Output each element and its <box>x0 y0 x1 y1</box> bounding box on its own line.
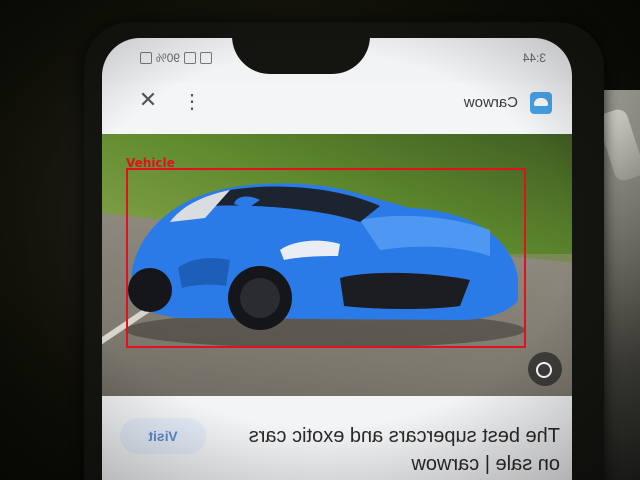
battery-icon <box>139 52 152 64</box>
google-lens-icon[interactable] <box>528 352 562 386</box>
vehicle-detection-box <box>126 168 526 348</box>
visit-button[interactable]: Visit <box>120 418 206 454</box>
status-icons: 90% <box>139 48 212 68</box>
site-name[interactable]: Carwow <box>464 94 518 111</box>
result-title[interactable]: The best supercars and exotic cars on sa… <box>240 422 560 478</box>
status-time: 3:44 <box>523 48 546 68</box>
carwow-logo-icon <box>530 92 552 114</box>
result-caption: The best supercars and exotic cars on sa… <box>102 396 572 480</box>
vehicle-detection-label: Vehicle <box>126 156 175 170</box>
close-icon[interactable]: ✕ <box>136 87 160 112</box>
phone-notch <box>232 36 370 74</box>
more-vert-icon[interactable]: ⋮ <box>182 90 202 114</box>
alarm-icon <box>200 52 212 64</box>
photo-scene: 3:44 90% Carwow ⋮ ✕ The best supercars a… <box>0 0 640 480</box>
wifi-icon <box>184 52 196 64</box>
result-header: Carwow ⋮ ✕ <box>102 82 572 134</box>
battery-text: 90% <box>155 51 180 65</box>
status-time-text: 3:44 <box>522 51 546 65</box>
